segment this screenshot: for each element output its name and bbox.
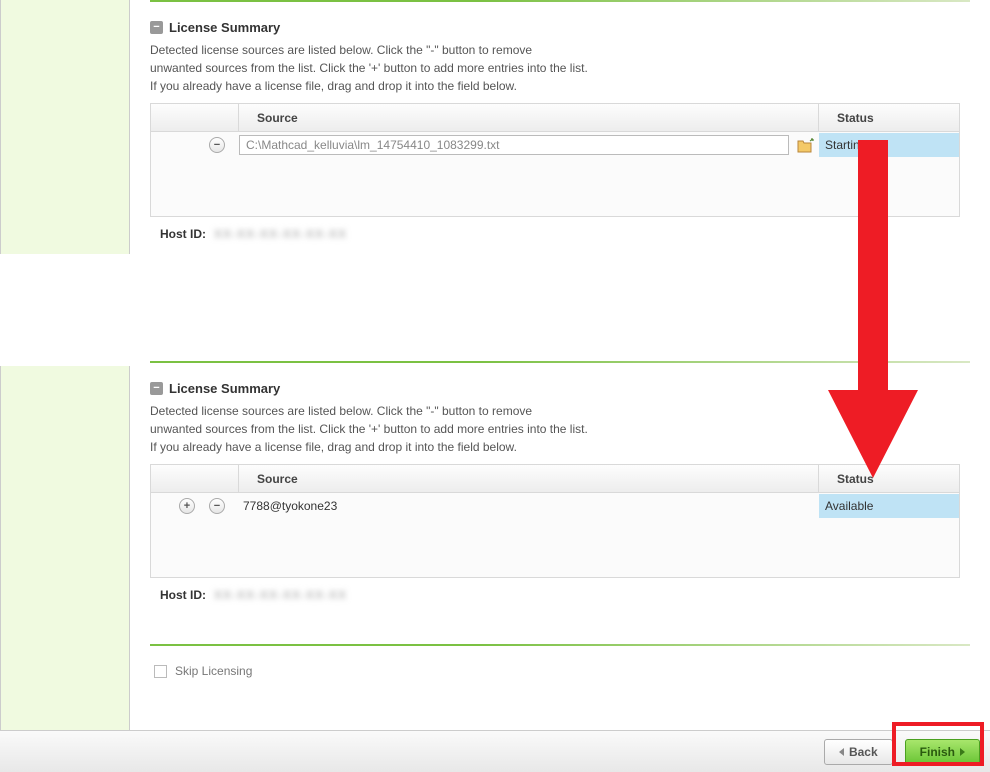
host-id-label: Host ID: bbox=[160, 588, 206, 602]
instructions-text: Detected license sources are listed belo… bbox=[150, 402, 970, 456]
remove-source-button[interactable]: − bbox=[209, 498, 225, 514]
table-row: − Starting... bbox=[151, 132, 959, 158]
remove-source-button[interactable]: − bbox=[209, 137, 225, 153]
section-title: License Summary bbox=[169, 20, 280, 35]
host-id-row: Host ID: XX-XX-XX-XX-XX-XX bbox=[150, 227, 970, 241]
collapse-button[interactable]: − bbox=[150, 382, 163, 395]
host-id-value: XX-XX-XX-XX-XX-XX bbox=[214, 588, 347, 602]
table-row: + − 7788@tyokone23 Available bbox=[151, 493, 959, 519]
license-table: Source Status + − 7788@tyokone23 Availab… bbox=[150, 464, 960, 578]
skip-licensing-label: Skip Licensing bbox=[175, 664, 252, 678]
section-title: License Summary bbox=[169, 381, 280, 396]
instructions-line: unwanted sources from the list. Click th… bbox=[150, 59, 970, 77]
chevron-right-icon bbox=[960, 748, 965, 756]
chevron-left-icon bbox=[839, 748, 844, 756]
divider bbox=[150, 644, 970, 646]
instructions-line: Detected license sources are listed belo… bbox=[150, 41, 970, 59]
table-header: Source Status bbox=[151, 104, 959, 132]
col-source-header: Source bbox=[239, 465, 819, 492]
left-sidebar-top bbox=[0, 0, 130, 254]
collapse-button[interactable]: − bbox=[150, 21, 163, 34]
instructions-line: Detected license sources are listed belo… bbox=[150, 402, 970, 420]
license-table: Source Status − Starting... bbox=[150, 103, 960, 217]
back-label: Back bbox=[849, 745, 878, 759]
add-source-button[interactable]: + bbox=[179, 498, 195, 514]
divider bbox=[150, 0, 970, 2]
instructions-line: unwanted sources from the list. Click th… bbox=[150, 420, 970, 438]
browse-folder-icon[interactable] bbox=[797, 138, 813, 152]
left-sidebar-bottom bbox=[0, 366, 130, 768]
col-source-header: Source bbox=[239, 104, 819, 131]
footer-bar: Back Finish bbox=[0, 730, 990, 772]
status-cell: Available bbox=[819, 494, 959, 518]
back-button[interactable]: Back bbox=[824, 739, 893, 765]
instructions-line: If you already have a license file, drag… bbox=[150, 77, 970, 95]
host-id-row: Host ID: XX-XX-XX-XX-XX-XX bbox=[150, 588, 970, 602]
finish-label: Finish bbox=[920, 745, 955, 759]
col-status-header: Status bbox=[819, 465, 959, 492]
source-text: 7788@tyokone23 bbox=[239, 499, 813, 513]
skip-licensing-checkbox[interactable] bbox=[154, 665, 167, 678]
col-actions bbox=[151, 465, 239, 492]
col-actions bbox=[151, 104, 239, 131]
col-status-header: Status bbox=[819, 104, 959, 131]
host-id-label: Host ID: bbox=[160, 227, 206, 241]
finish-button[interactable]: Finish bbox=[905, 739, 980, 765]
instructions-line: If you already have a license file, drag… bbox=[150, 438, 970, 456]
instructions-text: Detected license sources are listed belo… bbox=[150, 41, 970, 95]
source-input[interactable] bbox=[239, 135, 789, 155]
host-id-value: XX-XX-XX-XX-XX-XX bbox=[214, 227, 347, 241]
status-cell: Starting... bbox=[819, 133, 959, 157]
table-header: Source Status bbox=[151, 465, 959, 493]
divider bbox=[150, 361, 970, 363]
